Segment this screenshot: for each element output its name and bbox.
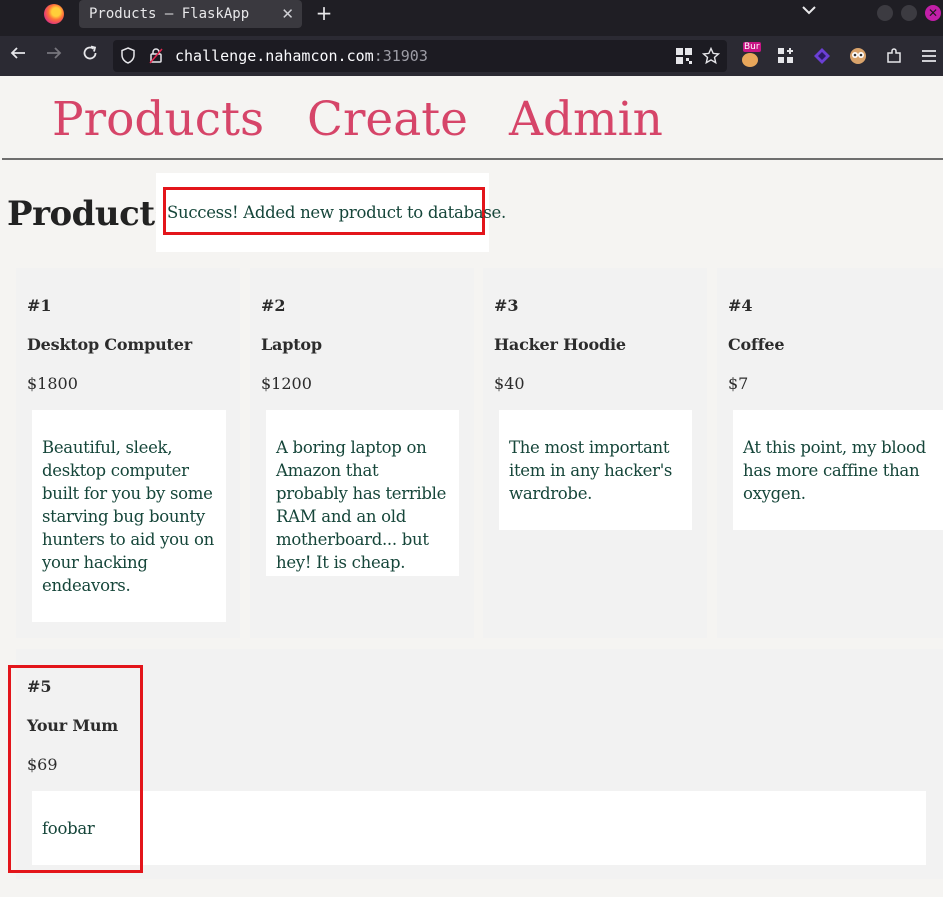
product-name: Hacker Hoodie — [494, 335, 626, 354]
minimize-window-button[interactable] — [877, 5, 893, 21]
product-price: $1200 — [261, 374, 312, 393]
page-title: Products — [7, 194, 174, 234]
new-tab-button[interactable]: + — [313, 2, 335, 24]
product-id: #2 — [261, 296, 286, 315]
url-host: challenge.nahamcon.com — [175, 47, 374, 65]
owl-extension-icon[interactable] — [849, 47, 867, 65]
product-price: $40 — [494, 374, 525, 393]
tab-title: Products – FlaskApp — [89, 6, 250, 22]
forward-button[interactable] — [43, 44, 65, 66]
shield-icon[interactable] — [121, 47, 135, 64]
product-id: #4 — [728, 296, 753, 315]
nav-link-create[interactable]: Create — [307, 90, 468, 150]
puzzle-extensions-icon[interactable] — [885, 47, 903, 65]
tab-list-chevron-icon[interactable] — [802, 3, 816, 19]
url-bar[interactable]: challenge.nahamcon.com:31903 — [113, 40, 727, 72]
purple-extension-icon[interactable] — [813, 47, 831, 65]
product-card: #1 Desktop Computer $1800 Beautiful, sle… — [16, 268, 240, 638]
back-arrow-icon — [10, 47, 25, 59]
qr-code-icon[interactable] — [675, 47, 693, 65]
browser-tab[interactable]: Products – FlaskApp ✕ — [79, 0, 302, 28]
product-name: Desktop Computer — [27, 335, 192, 354]
firefox-icon[interactable] — [44, 4, 64, 24]
product-description: Beautiful, sleek, desktop computer built… — [32, 410, 226, 622]
hamburger-menu-icon[interactable] — [920, 47, 938, 65]
close-icon: ✕ — [927, 6, 939, 20]
maximize-window-button[interactable] — [901, 5, 917, 21]
lock-icon[interactable] — [149, 47, 163, 64]
bookmark-star-icon[interactable] — [702, 47, 720, 65]
product-id: #3 — [494, 296, 519, 315]
product-id: #1 — [27, 296, 52, 315]
extensions-grid-icon[interactable] — [777, 47, 795, 65]
product-name: Laptop — [261, 335, 322, 354]
tab-close-icon[interactable]: ✕ — [281, 0, 294, 28]
product-description: At this point, my blood has more caffine… — [733, 410, 943, 530]
browser-toolbar: challenge.nahamcon.com:31903 Bur — [0, 36, 943, 76]
nav-link-products[interactable]: Products — [52, 90, 264, 150]
url-port: :31903 — [373, 47, 428, 65]
site-nav: Products Create Admin — [2, 80, 943, 160]
close-window-button[interactable]: ✕ — [925, 5, 941, 21]
product-card: #3 Hacker Hoodie $40 The most important … — [483, 268, 707, 638]
nav-link-admin[interactable]: Admin — [509, 90, 663, 150]
product-name: Coffee — [728, 335, 785, 354]
reload-icon — [83, 45, 97, 60]
product-description: A boring laptop on Amazon that probably … — [266, 410, 459, 576]
product-card: #5 Your Mum $69 foobar — [16, 649, 943, 879]
product-card: #2 Laptop $1200 A boring laptop on Amazo… — [250, 268, 474, 638]
product-price: $7 — [728, 374, 749, 393]
reload-button[interactable] — [79, 44, 101, 66]
product-description: foobar — [32, 791, 926, 865]
highlight-annotation-box — [8, 665, 143, 873]
burp-extension-icon[interactable]: Bur — [741, 42, 761, 68]
product-price: $1800 — [27, 374, 78, 393]
burp-badge: Bur — [743, 42, 761, 52]
product-card: #4 Coffee $7 At this point, my blood has… — [717, 268, 943, 638]
back-button[interactable] — [7, 44, 29, 66]
forward-arrow-icon — [47, 47, 62, 59]
browser-tab-bar: Products – FlaskApp ✕ + ✕ — [0, 0, 943, 36]
product-description: The most important item in any hacker's … — [499, 410, 692, 530]
flash-message: Success! Added new product to database. — [163, 187, 506, 235]
url-text[interactable]: challenge.nahamcon.com:31903 — [175, 40, 428, 72]
